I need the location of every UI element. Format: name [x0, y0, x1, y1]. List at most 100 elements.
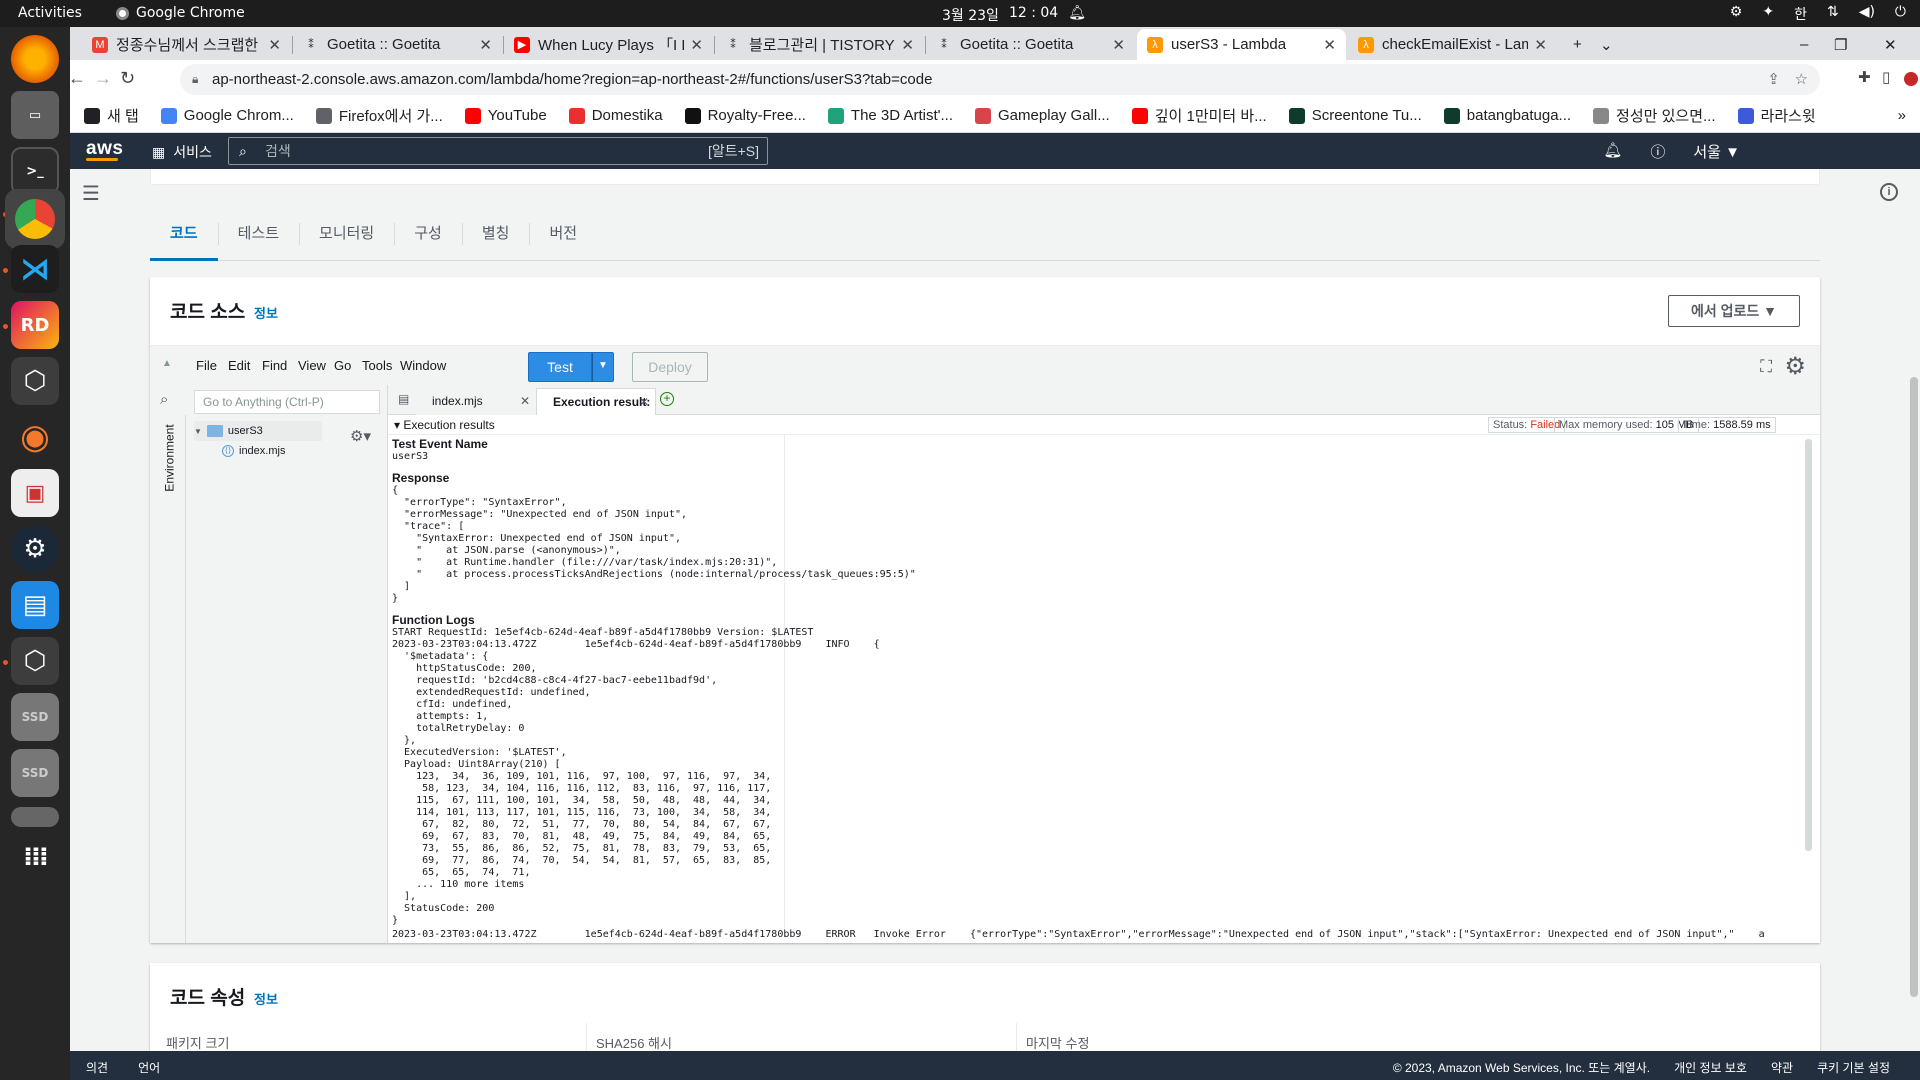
tab-close-icon[interactable]: ✕: [690, 36, 703, 54]
side-panel-icon[interactable]: ▯: [1882, 68, 1890, 86]
close-icon[interactable]: ✕: [520, 388, 530, 414]
restore-icon[interactable]: ❐: [1824, 29, 1857, 60]
writer-icon[interactable]: ▤: [11, 581, 59, 629]
profile-avatar[interactable]: [1904, 72, 1918, 86]
tab-search-icon[interactable]: ⌄: [1590, 29, 1623, 60]
terminal-icon[interactable]: >_: [11, 147, 59, 195]
power-icon[interactable]: ⏻: [1895, 4, 1906, 24]
code-source-info-link[interactable]: 정보: [254, 303, 278, 322]
drive-icon[interactable]: [11, 807, 59, 827]
bookmark-item[interactable]: 라라스윗: [1737, 105, 1816, 126]
fullscreen-icon[interactable]: ⛶: [1760, 357, 1772, 377]
bookmark-star-icon[interactable]: ☆: [1795, 64, 1808, 95]
steam-tray-icon[interactable]: ⚙︎: [1730, 4, 1743, 24]
bookmark-item[interactable]: YouTube: [464, 107, 547, 124]
environment-tab[interactable]: Environment: [150, 415, 186, 943]
tab-close-icon[interactable]: ✕: [1534, 36, 1547, 54]
bookmark-item[interactable]: 정성만 있으면...: [1593, 105, 1716, 126]
tree-folder-users3[interactable]: ▼ userS3: [194, 421, 322, 441]
region-selector[interactable]: 서울 ▼: [1693, 141, 1740, 162]
bookmark-item[interactable]: Google Chrom...: [160, 107, 294, 124]
page-scroll-thumb[interactable]: [1910, 377, 1918, 997]
forward-icon[interactable]: →: [94, 68, 112, 89]
browser-tab[interactable]: ⁑ Goetita :: Goetita ✕: [293, 29, 502, 60]
browser-tab[interactable]: M 정종수님께서 스크랩한 채 ✕: [82, 29, 291, 60]
chrome-dock-icon[interactable]: [5, 189, 65, 249]
ide-menu-item[interactable]: Go: [334, 358, 351, 373]
steam-icon[interactable]: ⚙: [11, 525, 59, 573]
services-menu[interactable]: ▦ 서비스: [152, 142, 212, 162]
tab-close-icon[interactable]: ✕: [268, 36, 281, 54]
ide-menu-item[interactable]: Find: [262, 358, 287, 373]
bookmark-item[interactable]: 깊이 1만미터 바...: [1131, 105, 1267, 126]
bookmark-item[interactable]: The 3D Artist'...: [827, 107, 953, 124]
screenshot-tool-icon[interactable]: ▣: [11, 469, 59, 517]
ide-settings-gear-icon[interactable]: ⚙: [1784, 352, 1806, 381]
minimize-icon[interactable]: –: [1790, 29, 1818, 60]
ide-menu-item[interactable]: Window: [400, 358, 446, 373]
rider-icon[interactable]: RD: [11, 301, 59, 349]
function-tab[interactable]: 모니터링: [299, 209, 394, 259]
unity-hub-icon[interactable]: ⬡: [11, 357, 59, 405]
clock[interactable]: 3월 23일 12 : 04 🔔︎: [942, 5, 1086, 25]
browser-tab[interactable]: ⁑ 블로그관리 | TISTORY ✕: [715, 29, 924, 60]
bookmark-item[interactable]: 새 탭: [84, 105, 139, 126]
system-tray[interactable]: ⚙︎ ✦ 한 ⇅ ◀︎) ⏻: [1730, 4, 1906, 24]
close-icon[interactable]: ✕: [639, 389, 649, 415]
aws-logo[interactable]: aws: [86, 138, 123, 161]
ide-menu-item[interactable]: Edit: [228, 358, 250, 373]
ide-menu-item[interactable]: File: [196, 358, 217, 373]
function-tab[interactable]: 구성: [394, 209, 462, 259]
firefox-icon[interactable]: [11, 35, 59, 83]
tab-list-icon[interactable]: ▤: [398, 392, 409, 406]
unity-icon[interactable]: ⬡: [11, 637, 59, 685]
cookie-link[interactable]: 쿠키 기본 설정: [1817, 1059, 1890, 1076]
function-tab[interactable]: 별칭: [461, 209, 530, 259]
info-panel-icon[interactable]: i: [1880, 183, 1898, 201]
blender-icon[interactable]: ◉: [11, 413, 59, 461]
feedback-link[interactable]: 의견: [86, 1059, 108, 1076]
show-apps-icon[interactable]: ⁞⁞⁞: [11, 833, 59, 881]
go-to-anything-input[interactable]: Go to Anything (Ctrl-P): [194, 390, 380, 414]
code-properties-info-link[interactable]: 정보: [254, 989, 278, 1008]
tree-settings-gear-icon[interactable]: ⚙▾: [350, 427, 371, 445]
more-bookmarks-icon[interactable]: »: [1898, 107, 1906, 124]
bookmark-item[interactable]: batangbatuga...: [1443, 107, 1571, 124]
tab-index-mjs[interactable]: index.mjs ✕: [416, 388, 536, 415]
browser-tab[interactable]: λ userS3 - Lambda ✕: [1137, 29, 1346, 60]
bookmark-item[interactable]: Gameplay Gall...: [975, 107, 1110, 124]
ime-indicator[interactable]: 한: [1794, 4, 1807, 24]
new-tab-icon[interactable]: +: [1563, 29, 1592, 60]
execution-results-toggle[interactable]: ▾ Execution results: [394, 418, 495, 432]
activities-button[interactable]: Activities: [18, 5, 82, 21]
vscode-icon[interactable]: ⋊: [11, 245, 59, 293]
bookmark-item[interactable]: Royalty-Free...: [684, 107, 806, 124]
function-tab[interactable]: 테스트: [217, 209, 299, 259]
color-tray-icon[interactable]: ✦: [1762, 4, 1774, 24]
ssd-drive-icon[interactable]: SSD: [11, 693, 59, 741]
tab-close-icon[interactable]: ✕: [1112, 36, 1125, 54]
bookmark-item[interactable]: Firefox에서 가...: [315, 105, 443, 126]
address-bar[interactable]: 🔒︎ ap-northeast-2.console.aws.amazon.com…: [180, 64, 1820, 95]
output-scrollbar[interactable]: [1805, 439, 1812, 851]
browser-tab[interactable]: λ checkEmailExist - Lambd ✕: [1348, 29, 1557, 60]
ide-menu-item[interactable]: View: [298, 358, 326, 373]
bookmark-item[interactable]: Domestika: [568, 107, 663, 124]
back-icon[interactable]: ←: [68, 68, 86, 89]
reload-icon[interactable]: ↻: [120, 68, 135, 89]
language-link[interactable]: 언어: [138, 1059, 160, 1076]
notifications-bell-icon[interactable]: 🔔︎: [1603, 141, 1622, 162]
ssd-drive-icon-2[interactable]: SSD: [11, 749, 59, 797]
tab-execution-results[interactable]: Execution result: ✕: [536, 388, 656, 415]
browser-tab[interactable]: ⁑ Goetita :: Goetita ✕: [926, 29, 1135, 60]
extensions-icon[interactable]: ✚: [1858, 68, 1871, 86]
share-icon[interactable]: ⇪: [1767, 64, 1780, 95]
privacy-link[interactable]: 개인 정보 보호: [1674, 1059, 1747, 1076]
test-button[interactable]: Test: [528, 352, 592, 382]
upload-from-button[interactable]: 에서 업로드 ▼: [1668, 295, 1800, 327]
test-dropdown-icon[interactable]: ▼: [592, 352, 614, 382]
help-icon[interactable]: ⓘ: [1650, 141, 1665, 162]
ide-menu-item[interactable]: Tools: [362, 358, 392, 373]
deploy-button[interactable]: Deploy: [632, 352, 708, 382]
collapse-icon[interactable]: ▲: [162, 358, 172, 369]
